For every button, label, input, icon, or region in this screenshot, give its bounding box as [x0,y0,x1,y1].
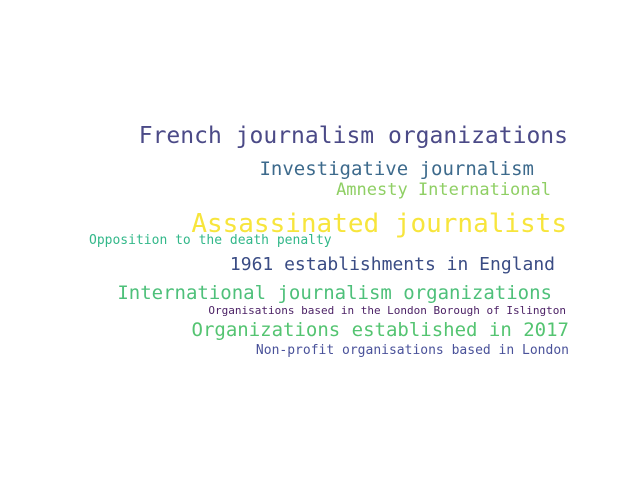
word-opposition-to-the-death-penalty: Opposition to the death penalty [89,233,332,248]
word-french-journalism-organizations: French journalism organizations [138,123,568,149]
word-cloud: French journalism organizations Investig… [0,0,640,480]
word-organisations-based-in-islington: Organisations based in the London Boroug… [208,304,566,317]
word-organizations-established-in-2017: Organizations established in 2017 [191,319,570,341]
word-amnesty-international: Amnesty International [336,180,551,200]
word-investigative-journalism: Investigative journalism [259,158,534,180]
word-1961-establishments-in-england: 1961 establishments in England [229,254,555,275]
word-non-profit-organisations-based-in-london: Non-profit organisations based in London [255,343,569,358]
word-international-journalism-organizations: International journalism organizations [117,282,552,304]
